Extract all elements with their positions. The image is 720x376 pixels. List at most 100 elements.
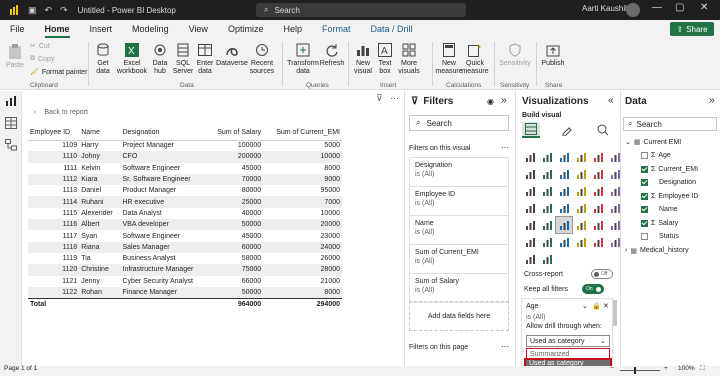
build-visual-tab[interactable]: [522, 122, 540, 138]
new-visual-button[interactable]: New visual: [352, 42, 374, 76]
data-table-node[interactable]: › ▦ Medical_history: [625, 247, 689, 255]
100-bar-icon[interactable]: [590, 149, 606, 165]
checkbox-checked-icon[interactable]: [641, 206, 648, 213]
recent-sources-button[interactable]: Recent sources: [248, 42, 276, 76]
checkbox-icon[interactable]: [641, 233, 648, 240]
table-row[interactable]: 1113 Daniel Product Manager 80000 95000: [28, 185, 342, 196]
power-automate-icon[interactable]: [522, 251, 538, 267]
checkbox-checked-icon[interactable]: [641, 179, 648, 186]
filter-icon[interactable]: ⊽: [376, 93, 383, 104]
stacked-area-icon[interactable]: [556, 166, 572, 182]
data-search-input[interactable]: ⌕ Search: [623, 117, 717, 131]
table-row[interactable]: 1111 Kelvin Software Engineer 45000 8000: [28, 163, 342, 174]
kpi-icon[interactable]: [522, 217, 538, 233]
data-table-node[interactable]: ⌄ ▦ Current EMI: [625, 138, 681, 147]
table-view-icon[interactable]: [5, 117, 17, 129]
stacked-column-icon[interactable]: [539, 149, 555, 165]
qa-visual-icon[interactable]: [556, 234, 572, 250]
key-influencers-icon[interactable]: [522, 234, 538, 250]
tab-view[interactable]: View: [179, 20, 218, 38]
slicer-icon[interactable]: [539, 217, 555, 233]
table-row[interactable]: 1121 Jenny Cyber Security Analyst 66000 2100…: [28, 276, 342, 287]
field-item[interactable]: Σ Current_EMI: [641, 165, 698, 173]
zoom-in-icon[interactable]: +: [664, 365, 668, 372]
narrative-icon[interactable]: [573, 234, 589, 250]
column-header[interactable]: Sum of Salary: [207, 126, 264, 141]
table-row[interactable]: 1112 Kiara Sr. Software Engineer 70000 9000: [28, 173, 342, 186]
tab-home[interactable]: Home: [35, 20, 80, 38]
keep-filters-toggle[interactable]: On: [581, 284, 604, 294]
matrix-icon[interactable]: [573, 217, 589, 233]
sensitivity-button[interactable]: Sensitivity: [498, 42, 532, 68]
gauge-icon[interactable]: [573, 200, 589, 216]
checkbox-icon[interactable]: [641, 152, 648, 159]
user-name[interactable]: Aarti Kaushik: [582, 4, 629, 13]
paginated-icon[interactable]: [590, 234, 606, 250]
avatar[interactable]: [626, 3, 640, 17]
waterfall-chart-icon[interactable]: [522, 183, 538, 199]
report-view-icon[interactable]: [5, 95, 17, 107]
table-row[interactable]: 1120 Christine Infrastructure Manager 75000…: [28, 264, 342, 276]
field-item[interactable]: Designation: [641, 179, 696, 186]
filter-card[interactable]: Sum of Current_EMI is (All): [409, 244, 509, 274]
excel-workbook-button[interactable]: X Excel workbook: [116, 42, 148, 76]
format-painter-button[interactable]: 🖌 Format painter: [30, 68, 87, 77]
clustered-column-icon[interactable]: [573, 149, 589, 165]
field-item[interactable]: Σ Salary: [641, 219, 678, 227]
collapse-pane-icon[interactable]: «: [608, 95, 614, 106]
tab-file[interactable]: File: [0, 20, 35, 38]
donut-chart-icon[interactable]: [590, 183, 606, 199]
table-row[interactable]: 1119 Tia Business Analyst 58000 26000: [28, 253, 342, 264]
analytics-tab[interactable]: [594, 122, 612, 138]
zoom-slider[interactable]: [620, 370, 660, 371]
filled-map-icon[interactable]: [539, 200, 555, 216]
copy-button[interactable]: ⧉ Copy: [30, 55, 54, 63]
share-button[interactable]: ⇪ Share: [670, 22, 714, 36]
more-visuals-button[interactable]: More visuals: [396, 42, 422, 76]
filter-card[interactable]: Sum of Salary is (All): [409, 273, 509, 303]
map-icon[interactable]: [522, 200, 538, 216]
r-script-icon[interactable]: [590, 217, 606, 233]
tab-optimize[interactable]: Optimize: [218, 20, 274, 38]
scrollbar[interactable]: [613, 300, 617, 326]
funnel-chart-icon[interactable]: [539, 183, 555, 199]
line-clustered-icon[interactable]: [590, 166, 606, 182]
title-search[interactable]: ⌕ Search: [256, 3, 466, 17]
checkbox-checked-icon[interactable]: [641, 192, 648, 200]
new-measure-button[interactable]: New measure: [435, 42, 463, 76]
dataverse-button[interactable]: Dataverse: [216, 42, 248, 68]
more-options-icon[interactable]: ⋯: [390, 93, 399, 104]
pie-chart-icon[interactable]: [573, 183, 589, 199]
column-header[interactable]: Sum of Current_EMI: [263, 126, 342, 141]
collapse-pane-icon[interactable]: »: [501, 95, 507, 106]
table-visual-icon[interactable]: [555, 216, 573, 234]
line-chart-icon[interactable]: [522, 166, 538, 182]
field-item[interactable]: Name: [641, 206, 678, 213]
more-options-icon[interactable]: ⋯: [501, 342, 509, 351]
filters-search-input[interactable]: ⌕ Search: [409, 115, 509, 131]
transform-data-button[interactable]: Transform data: [286, 42, 320, 76]
more-visual-icon[interactable]: [539, 251, 555, 267]
column-header[interactable]: Employee ID: [28, 126, 80, 141]
zoom-slider-thumb[interactable]: [634, 367, 636, 374]
undo-icon[interactable]: ↶: [45, 5, 53, 16]
paste-button[interactable]: Paste: [6, 44, 24, 70]
table-row[interactable]: 1114 Ruhani HR executive 25000 7000: [28, 196, 342, 208]
enter-data-button[interactable]: Enter data: [195, 42, 215, 76]
close-icon[interactable]: ✕: [603, 302, 609, 310]
checkbox-checked-icon[interactable]: [641, 165, 648, 173]
decomp-tree-icon[interactable]: [539, 234, 555, 250]
table-row[interactable]: 1122 Rohan Finance Manager 50000 8000: [28, 286, 342, 299]
filter-card[interactable]: Designation is (All): [409, 157, 509, 187]
model-view-icon[interactable]: [5, 139, 17, 151]
line-column-icon[interactable]: [573, 166, 589, 182]
refresh-button[interactable]: Refresh: [320, 42, 344, 68]
add-data-fields-dropzone[interactable]: Add data fields here: [409, 301, 509, 331]
tab-help[interactable]: Help: [273, 20, 312, 38]
tab-insert[interactable]: Insert: [80, 20, 123, 38]
tab-modeling[interactable]: Modeling: [122, 20, 179, 38]
quick-measure-button[interactable]: Quick measure: [461, 42, 489, 76]
text-box-button[interactable]: A Text box: [376, 42, 394, 76]
table-row[interactable]: 1110 Johny CFO 200000 10000: [28, 151, 342, 163]
lock-icon[interactable]: 🔒: [592, 302, 601, 310]
